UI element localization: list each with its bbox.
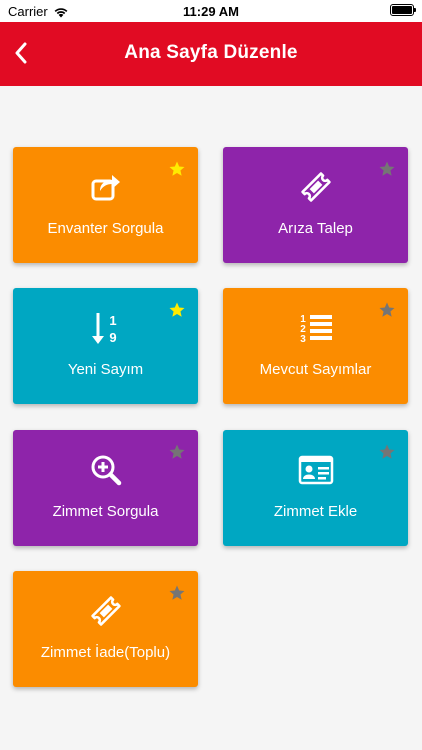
- page-title: Ana Sayfa Düzenle: [124, 42, 298, 63]
- status-time: 11:29 AM: [183, 4, 239, 19]
- sort-numeric-icon: 1 9: [13, 312, 198, 345]
- tile-zimmet-sorgula[interactable]: Zimmet Sorgula: [13, 430, 198, 546]
- tile-label: Zimmet Sorgula: [52, 503, 159, 520]
- tile-zimmet-iade-toplu[interactable]: Zimmet İade(Toplu): [13, 571, 198, 687]
- svg-text:9: 9: [109, 330, 116, 345]
- tile-label: Envanter Sorgula: [47, 220, 164, 237]
- battery-icon: [390, 4, 416, 16]
- tile-label: Arıza Talep: [278, 220, 353, 237]
- svg-text:3: 3: [300, 334, 306, 344]
- status-bar: Carrier 11:29 AM: [0, 0, 422, 22]
- svg-text:1: 1: [109, 313, 116, 328]
- zoom-in-icon: [13, 454, 198, 486]
- numbered-list-icon: 1 2 3: [223, 312, 408, 344]
- tile-label: Zimmet Ekle: [273, 503, 358, 520]
- tile-ariza-talep[interactable]: Arıza Talep: [223, 147, 408, 263]
- tile-label: Zimmet İade(Toplu): [40, 644, 171, 661]
- id-card-icon: [223, 454, 408, 486]
- tile-mevcut-sayimlar[interactable]: 1 2 3 Mevcut Sayımlar: [223, 288, 408, 404]
- tile-envanter-sorgula[interactable]: Envanter Sorgula: [13, 147, 198, 263]
- navigation-bar: Ana Sayfa Düzenle: [0, 22, 422, 86]
- tile-label: Yeni Sayım: [67, 361, 144, 378]
- tile-label: Mevcut Sayımlar: [259, 361, 372, 378]
- ticket-icon: [223, 171, 408, 203]
- battery-indicator: [390, 4, 416, 16]
- ticket-icon: [13, 595, 198, 627]
- tile-zimmet-ekle[interactable]: Zimmet Ekle: [223, 430, 408, 546]
- tile-yeni-sayim[interactable]: 1 9 Yeni Sayım: [13, 288, 198, 404]
- share-icon: [13, 171, 198, 203]
